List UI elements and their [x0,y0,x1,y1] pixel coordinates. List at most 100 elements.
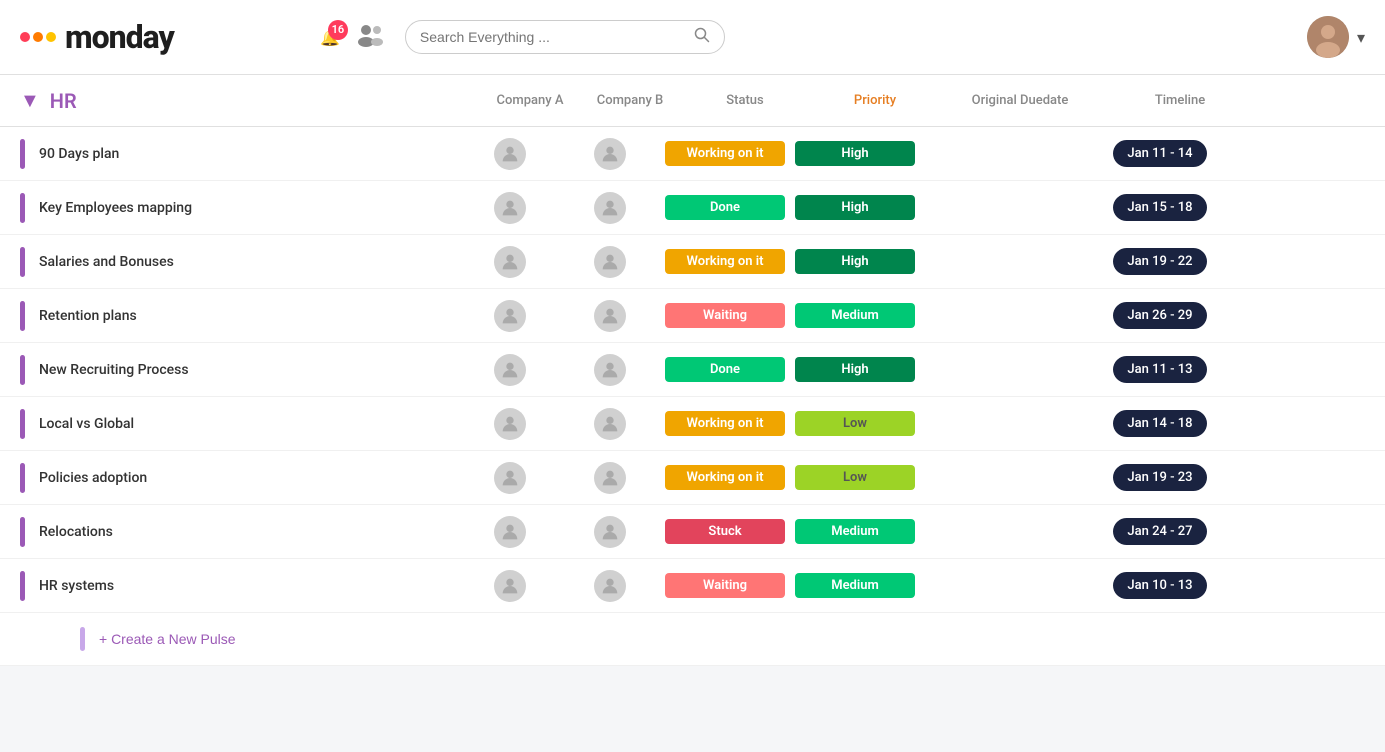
cell-timeline[interactable]: Jan 19 - 22 [1080,248,1240,275]
company-a-avatar [494,408,526,440]
row-task-name: 90 Days plan [39,146,119,162]
cell-company-a[interactable] [460,516,560,548]
cell-company-b[interactable] [560,570,660,602]
user-dropdown-arrow[interactable]: ▾ [1357,28,1365,47]
avatar[interactable] [1307,16,1349,58]
row-left: Relocations [0,517,460,547]
cell-status[interactable]: Stuck [660,519,790,544]
cell-company-b[interactable] [560,354,660,386]
cell-company-a[interactable] [460,570,560,602]
cell-company-a[interactable] [460,408,560,440]
cell-company-a[interactable] [460,192,560,224]
cell-priority[interactable]: High [790,141,920,166]
cell-status[interactable]: Working on it [660,249,790,274]
logo: monday [20,18,174,56]
cell-company-a[interactable] [460,246,560,278]
col-header-priority: Priority [810,93,940,108]
create-pulse-button[interactable]: + Create a New Pulse [99,631,236,647]
priority-badge: Medium [795,573,915,598]
cell-timeline[interactable]: Jan 26 - 29 [1080,302,1240,329]
cell-company-b[interactable] [560,138,660,170]
cell-status[interactable]: Done [660,195,790,220]
search-input[interactable] [420,29,686,45]
row-stripe [20,247,25,277]
cell-timeline[interactable]: Jan 19 - 23 [1080,464,1240,491]
row-cols: Working on it High Jan 19 - 22 [460,246,1385,278]
cell-priority[interactable]: High [790,195,920,220]
status-badge: Working on it [665,465,785,490]
status-badge: Waiting [665,303,785,328]
people-icon[interactable] [355,22,385,52]
table-row[interactable]: 90 Days plan Working on it High Jan 11 -… [0,127,1385,181]
cell-company-a[interactable] [460,462,560,494]
cell-timeline[interactable]: Jan 11 - 14 [1080,140,1240,167]
table-row[interactable]: HR systems Waiting Medium Jan 10 - 13 [0,559,1385,613]
search-bar[interactable] [405,20,725,54]
table-row[interactable]: Key Employees mapping Done High Jan 15 -… [0,181,1385,235]
cell-status[interactable]: Working on it [660,141,790,166]
cell-company-b[interactable] [560,462,660,494]
timeline-pill: Jan 14 - 18 [1113,410,1206,437]
row-task-name: Local vs Global [39,416,134,432]
cell-company-b[interactable] [560,192,660,224]
notification-bell[interactable]: 🔔 16 [320,28,340,47]
table-row[interactable]: Salaries and Bonuses Working on it High … [0,235,1385,289]
cell-company-b[interactable] [560,516,660,548]
cell-status[interactable]: Waiting [660,303,790,328]
cell-timeline[interactable]: Jan 11 - 13 [1080,356,1240,383]
notification-badge: 16 [328,20,348,40]
company-b-avatar [594,300,626,332]
cell-status[interactable]: Working on it [660,465,790,490]
row-stripe [20,409,25,439]
priority-badge: High [795,141,915,166]
col-header-timeline: Timeline [1100,93,1260,108]
header: monday 🔔 16 [0,0,1385,75]
cell-priority[interactable]: High [790,249,920,274]
cell-priority[interactable]: Low [790,411,920,436]
company-a-avatar [494,354,526,386]
priority-badge: Low [795,411,915,436]
cell-status[interactable]: Working on it [660,411,790,436]
table-row[interactable]: Relocations Stuck Medium Jan 24 - 27 [0,505,1385,559]
cell-priority[interactable]: High [790,357,920,382]
row-stripe [20,193,25,223]
timeline-pill: Jan 11 - 13 [1113,356,1206,383]
col-header-company-b: Company B [580,93,680,108]
timeline-pill: Jan 11 - 14 [1113,140,1206,167]
table-row[interactable]: Retention plans Waiting Medium Jan 26 - … [0,289,1385,343]
timeline-pill: Jan 24 - 27 [1113,518,1206,545]
cell-timeline[interactable]: Jan 14 - 18 [1080,410,1240,437]
board-header: ▼ HR Company A Company B Status Priority… [0,75,1385,127]
priority-badge: Medium [795,303,915,328]
col-header-status: Status [680,93,810,108]
logo-dot-yellow [46,32,56,42]
cell-timeline[interactable]: Jan 24 - 27 [1080,518,1240,545]
cell-priority[interactable]: Medium [790,573,920,598]
cell-company-a[interactable] [460,300,560,332]
cell-priority[interactable]: Low [790,465,920,490]
company-a-avatar [494,516,526,548]
cell-status[interactable]: Done [660,357,790,382]
table-row[interactable]: Policies adoption Working on it Low Jan … [0,451,1385,505]
header-icons: 🔔 16 [320,22,385,52]
cell-status[interactable]: Waiting [660,573,790,598]
col-header-company-a: Company A [480,93,580,108]
priority-badge: Medium [795,519,915,544]
company-b-avatar [594,192,626,224]
table-row[interactable]: Local vs Global Working on it Low Jan 14… [0,397,1385,451]
cell-company-b[interactable] [560,300,660,332]
table-row[interactable]: New Recruiting Process Done High Jan 11 … [0,343,1385,397]
row-task-name: Retention plans [39,308,137,324]
cell-company-a[interactable] [460,138,560,170]
cell-timeline[interactable]: Jan 15 - 18 [1080,194,1240,221]
cell-company-b[interactable] [560,408,660,440]
cell-priority[interactable]: Medium [790,519,920,544]
cell-timeline[interactable]: Jan 10 - 13 [1080,572,1240,599]
cell-priority[interactable]: Medium [790,303,920,328]
row-stripe [20,571,25,601]
row-left: New Recruiting Process [0,355,460,385]
cell-company-a[interactable] [460,354,560,386]
cell-company-b[interactable] [560,246,660,278]
row-cols: Working on it Low Jan 14 - 18 [460,408,1385,440]
timeline-pill: Jan 19 - 23 [1113,464,1206,491]
